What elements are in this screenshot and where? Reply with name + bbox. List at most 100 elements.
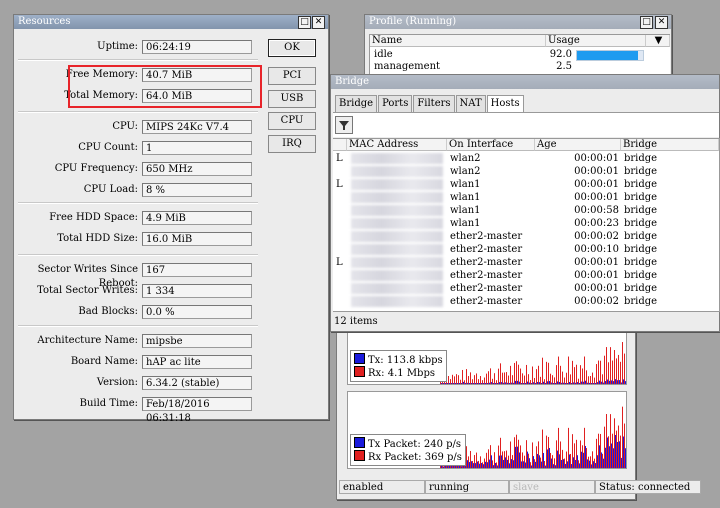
rx-bar	[484, 458, 485, 468]
rx-bar	[522, 452, 523, 468]
resource-label: Uptime:	[97, 41, 138, 52]
tx-bar	[541, 461, 542, 468]
tx-bar	[521, 461, 522, 468]
rx-bar	[606, 414, 607, 468]
maximize-button[interactable]: □	[640, 16, 653, 29]
rx-bar	[616, 430, 617, 468]
tab-ports[interactable]: Ports	[378, 95, 413, 112]
tx-bar	[601, 452, 602, 468]
table-row[interactable]: wlan1 00:00:01 bridge	[333, 191, 719, 204]
table-row[interactable]: wlan2 00:00:01 bridge	[333, 165, 719, 178]
profile-titlebar: Profile (Running) □ ✕	[365, 15, 671, 29]
column-menu[interactable]: ▼	[646, 35, 670, 47]
mac-address-blurred	[351, 166, 443, 177]
bridge-toolbar	[333, 112, 719, 137]
rx-bar	[474, 375, 475, 384]
tx-bar	[525, 462, 526, 468]
tx-bar	[617, 380, 618, 384]
rx-bar	[492, 460, 493, 468]
rx-bar	[600, 360, 601, 384]
close-button[interactable]: ✕	[655, 16, 668, 29]
ok-button[interactable]: OK	[268, 39, 316, 57]
tx-bar	[545, 383, 546, 384]
tx-bar	[479, 383, 480, 384]
mac-address-blurred	[351, 218, 443, 229]
rx-bar	[466, 446, 467, 468]
table-row[interactable]: ether2-master 00:00:10 bridge	[333, 243, 719, 256]
resource-label: CPU Count:	[78, 142, 138, 153]
rx-bar	[614, 418, 615, 468]
table-row[interactable]: Lwlan1 00:00:01 bridge	[333, 178, 719, 191]
close-button[interactable]: ✕	[312, 16, 325, 29]
resource-label: CPU:	[112, 121, 138, 132]
tx-bar	[507, 382, 508, 384]
usb-button[interactable]: USB	[268, 90, 316, 108]
rx-bar	[518, 364, 519, 384]
host-interface: ether2-master	[450, 244, 523, 255]
rx-bar	[482, 380, 483, 384]
table-row[interactable]: ether2-master 00:00:01 bridge	[333, 282, 719, 295]
tx-bar	[495, 462, 496, 468]
tx-bar	[483, 383, 484, 384]
tx-bar	[491, 455, 492, 468]
rx-bar	[510, 365, 511, 384]
tx-bar	[555, 383, 556, 384]
tab-hosts[interactable]: Hosts	[486, 95, 524, 112]
tx-bar	[533, 382, 534, 384]
host-flag: L	[336, 257, 343, 268]
rx-bar	[476, 452, 477, 468]
maximize-button[interactable]: □	[298, 16, 311, 29]
table-row[interactable]: wlan1 00:00:58 bridge	[333, 204, 719, 217]
rx-bar	[466, 369, 467, 384]
host-age: 00:00:01	[574, 192, 619, 203]
rx-bar	[478, 379, 479, 384]
rx-bar	[506, 450, 507, 468]
host-interface: wlan1	[450, 179, 481, 190]
resource-value: mipsbe	[142, 334, 252, 348]
rx-bar	[510, 441, 511, 468]
rx-bar	[608, 362, 609, 384]
host-interface: ether2-master	[450, 283, 523, 294]
tab-filters[interactable]: Filters	[413, 95, 455, 112]
rx-bar	[540, 457, 541, 468]
column-bridge[interactable]: Bridge	[621, 139, 719, 151]
tx-bar	[493, 383, 494, 384]
usage-bar-fill	[577, 51, 638, 60]
column-mac-address[interactable]: MAC Address	[347, 139, 447, 151]
tab-bridge[interactable]: Bridge	[335, 95, 378, 112]
table-row[interactable]: ether2-master 00:00:02 bridge	[333, 230, 719, 243]
tx-bar	[547, 381, 548, 384]
host-bridge: bridge	[624, 270, 658, 281]
tx-bar	[623, 436, 624, 468]
rx-bar	[592, 451, 593, 468]
mac-address-blurred	[351, 192, 443, 203]
tx-bar	[599, 445, 600, 468]
rx-bar	[470, 450, 471, 468]
table-row[interactable]: Lether2-master 00:00:01 bridge	[333, 256, 719, 269]
tx-bar	[575, 459, 576, 468]
tx-bar	[609, 380, 610, 384]
column-on-interface[interactable]: On Interface	[447, 139, 535, 151]
item-count: 12 items	[334, 316, 378, 327]
resources-titlebar: Resources □ ✕	[14, 15, 328, 29]
tx-bar	[539, 382, 540, 384]
tab-nat[interactable]: NAT	[455, 95, 486, 112]
column-usage[interactable]: Usage	[546, 35, 646, 47]
rx-bar	[550, 452, 551, 468]
column-flag[interactable]	[333, 139, 347, 151]
rx-bar	[578, 378, 579, 384]
table-row[interactable]: wlan1 00:00:23 bridge	[333, 217, 719, 230]
table-row[interactable]: ether2-master 00:00:01 bridge	[333, 269, 719, 282]
tx-bar	[471, 461, 472, 468]
filter-button[interactable]	[335, 116, 353, 134]
table-row[interactable]: ether2-master 00:00:02 bridge	[333, 295, 719, 308]
cpu-button[interactable]: CPU	[268, 112, 316, 130]
tx-bar	[583, 381, 584, 384]
table-row[interactable]: Lwlan2 00:00:01 bridge	[333, 152, 719, 165]
column-name[interactable]: Name	[370, 35, 546, 47]
rx-bar	[502, 451, 503, 468]
rx-bar	[618, 354, 619, 384]
pci-button[interactable]: PCI	[268, 67, 316, 85]
column-age[interactable]: Age	[535, 139, 621, 151]
irq-button[interactable]: IRQ	[268, 135, 316, 153]
